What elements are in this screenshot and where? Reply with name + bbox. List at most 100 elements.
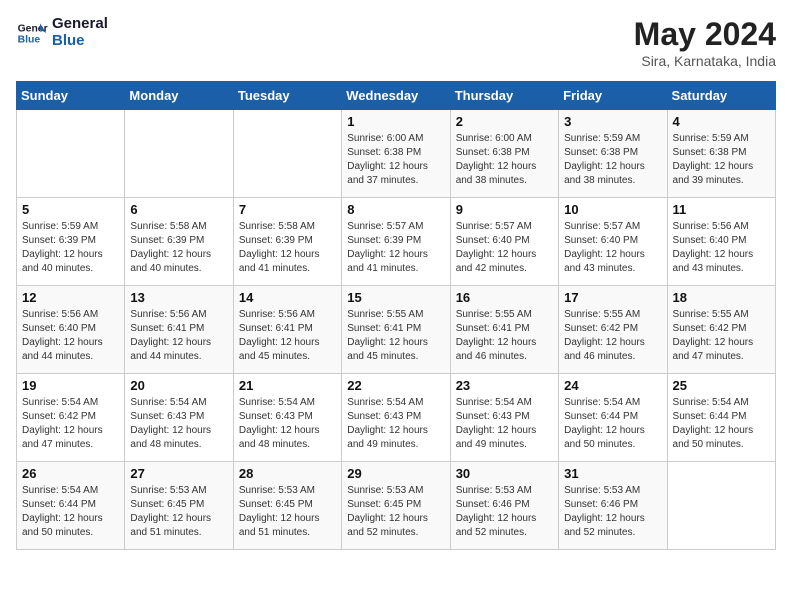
day-number: 4 xyxy=(673,114,770,129)
day-info: Sunrise: 5:58 AM Sunset: 6:39 PM Dayligh… xyxy=(130,220,227,276)
day-number: 22 xyxy=(347,378,444,393)
day-info: Sunrise: 5:56 AM Sunset: 6:40 PM Dayligh… xyxy=(673,220,770,276)
day-number: 18 xyxy=(673,290,770,305)
day-info: Sunrise: 5:59 AM Sunset: 6:38 PM Dayligh… xyxy=(673,132,770,188)
day-number: 29 xyxy=(347,466,444,481)
calendar-cell: 10 Sunrise: 5:57 AM Sunset: 6:40 PM Dayli… xyxy=(559,198,667,286)
calendar-cell: 8 Sunrise: 5:57 AM Sunset: 6:39 PM Daylig… xyxy=(342,198,450,286)
weekday-header: Sunday xyxy=(17,82,125,110)
calendar-cell: 16 Sunrise: 5:55 AM Sunset: 6:41 PM Dayli… xyxy=(450,286,558,374)
day-info: Sunrise: 5:53 AM Sunset: 6:45 PM Dayligh… xyxy=(239,484,336,540)
calendar-cell: 1 Sunrise: 6:00 AM Sunset: 6:38 PM Daylig… xyxy=(342,110,450,198)
day-number: 27 xyxy=(130,466,227,481)
day-info: Sunrise: 5:55 AM Sunset: 6:42 PM Dayligh… xyxy=(564,308,661,364)
calendar-body: 1 Sunrise: 6:00 AM Sunset: 6:38 PM Daylig… xyxy=(17,110,776,550)
page-header: General Blue General Blue May 2024 Sira,… xyxy=(16,16,776,69)
day-info: Sunrise: 5:54 AM Sunset: 6:44 PM Dayligh… xyxy=(673,396,770,452)
day-number: 13 xyxy=(130,290,227,305)
calendar-header: SundayMondayTuesdayWednesdayThursdayFrid… xyxy=(17,82,776,110)
day-info: Sunrise: 5:59 AM Sunset: 6:39 PM Dayligh… xyxy=(22,220,119,276)
day-number: 15 xyxy=(347,290,444,305)
calendar-cell: 26 Sunrise: 5:54 AM Sunset: 6:44 PM Dayli… xyxy=(17,462,125,550)
day-info: Sunrise: 5:54 AM Sunset: 6:42 PM Dayligh… xyxy=(22,396,119,452)
calendar-cell: 27 Sunrise: 5:53 AM Sunset: 6:45 PM Dayli… xyxy=(125,462,233,550)
day-info: Sunrise: 5:54 AM Sunset: 6:43 PM Dayligh… xyxy=(239,396,336,452)
day-info: Sunrise: 5:54 AM Sunset: 6:43 PM Dayligh… xyxy=(130,396,227,452)
calendar-cell: 19 Sunrise: 5:54 AM Sunset: 6:42 PM Dayli… xyxy=(17,374,125,462)
calendar-cell xyxy=(667,462,775,550)
calendar-cell: 30 Sunrise: 5:53 AM Sunset: 6:46 PM Dayli… xyxy=(450,462,558,550)
day-info: Sunrise: 5:54 AM Sunset: 6:44 PM Dayligh… xyxy=(22,484,119,540)
calendar-cell: 11 Sunrise: 5:56 AM Sunset: 6:40 PM Dayli… xyxy=(667,198,775,286)
calendar-cell: 5Sunrise: 5:59 AM Sunset: 6:39 PM Daylig… xyxy=(17,198,125,286)
calendar-cell: 6 Sunrise: 5:58 AM Sunset: 6:39 PM Daylig… xyxy=(125,198,233,286)
day-number: 3 xyxy=(564,114,661,129)
title-block: May 2024 Sira, Karnataka, India xyxy=(634,16,776,69)
weekday-header: Tuesday xyxy=(233,82,341,110)
calendar-table: SundayMondayTuesdayWednesdayThursdayFrid… xyxy=(16,81,776,550)
day-number: 26 xyxy=(22,466,119,481)
day-info: Sunrise: 5:53 AM Sunset: 6:45 PM Dayligh… xyxy=(347,484,444,540)
day-number: 11 xyxy=(673,202,770,217)
day-info: Sunrise: 5:54 AM Sunset: 6:43 PM Dayligh… xyxy=(347,396,444,452)
day-info: Sunrise: 5:59 AM Sunset: 6:38 PM Dayligh… xyxy=(564,132,661,188)
day-number: 25 xyxy=(673,378,770,393)
day-info: Sunrise: 5:55 AM Sunset: 6:41 PM Dayligh… xyxy=(456,308,553,364)
logo-icon: General Blue xyxy=(16,17,48,49)
weekday-header: Saturday xyxy=(667,82,775,110)
day-number: 7 xyxy=(239,202,336,217)
day-info: Sunrise: 5:54 AM Sunset: 6:43 PM Dayligh… xyxy=(456,396,553,452)
day-info: Sunrise: 5:53 AM Sunset: 6:46 PM Dayligh… xyxy=(456,484,553,540)
day-number: 19 xyxy=(22,378,119,393)
day-number: 10 xyxy=(564,202,661,217)
weekday-header: Wednesday xyxy=(342,82,450,110)
calendar-cell: 17 Sunrise: 5:55 AM Sunset: 6:42 PM Dayli… xyxy=(559,286,667,374)
day-number: 23 xyxy=(456,378,553,393)
day-number: 2 xyxy=(456,114,553,129)
calendar-cell: 31 Sunrise: 5:53 AM Sunset: 6:46 PM Dayli… xyxy=(559,462,667,550)
day-info: Sunrise: 6:00 AM Sunset: 6:38 PM Dayligh… xyxy=(347,132,444,188)
calendar-cell: 15 Sunrise: 5:55 AM Sunset: 6:41 PM Dayli… xyxy=(342,286,450,374)
day-info: Sunrise: 5:56 AM Sunset: 6:41 PM Dayligh… xyxy=(239,308,336,364)
day-number: 9 xyxy=(456,202,553,217)
day-number: 17 xyxy=(564,290,661,305)
calendar-cell: 28Sunrise: 5:53 AM Sunset: 6:45 PM Dayli… xyxy=(233,462,341,550)
day-number: 16 xyxy=(456,290,553,305)
day-info: Sunrise: 5:56 AM Sunset: 6:40 PM Dayligh… xyxy=(22,308,119,364)
logo-line2: Blue xyxy=(52,33,108,50)
day-info: Sunrise: 5:55 AM Sunset: 6:41 PM Dayligh… xyxy=(347,308,444,364)
calendar-cell: 9Sunrise: 5:57 AM Sunset: 6:40 PM Daylig… xyxy=(450,198,558,286)
location: Sira, Karnataka, India xyxy=(634,53,776,69)
calendar-cell xyxy=(17,110,125,198)
calendar-cell: 23 Sunrise: 5:54 AM Sunset: 6:43 PM Dayli… xyxy=(450,374,558,462)
day-number: 31 xyxy=(564,466,661,481)
weekday-header: Thursday xyxy=(450,82,558,110)
day-info: Sunrise: 5:54 AM Sunset: 6:44 PM Dayligh… xyxy=(564,396,661,452)
day-number: 1 xyxy=(347,114,444,129)
month-title: May 2024 xyxy=(634,16,776,53)
weekday-header: Friday xyxy=(559,82,667,110)
day-info: Sunrise: 5:53 AM Sunset: 6:45 PM Dayligh… xyxy=(130,484,227,540)
calendar-cell: 7Sunrise: 5:58 AM Sunset: 6:39 PM Daylig… xyxy=(233,198,341,286)
calendar-cell: 22 Sunrise: 5:54 AM Sunset: 6:43 PM Dayli… xyxy=(342,374,450,462)
calendar-cell: 13Sunrise: 5:56 AM Sunset: 6:41 PM Dayli… xyxy=(125,286,233,374)
day-info: Sunrise: 5:57 AM Sunset: 6:40 PM Dayligh… xyxy=(564,220,661,276)
calendar-cell: 3 Sunrise: 5:59 AM Sunset: 6:38 PM Daylig… xyxy=(559,110,667,198)
calendar-cell: 21 Sunrise: 5:54 AM Sunset: 6:43 PM Dayli… xyxy=(233,374,341,462)
day-info: Sunrise: 5:55 AM Sunset: 6:42 PM Dayligh… xyxy=(673,308,770,364)
day-number: 6 xyxy=(130,202,227,217)
svg-text:Blue: Blue xyxy=(18,34,41,45)
day-info: Sunrise: 5:53 AM Sunset: 6:46 PM Dayligh… xyxy=(564,484,661,540)
day-number: 24 xyxy=(564,378,661,393)
weekday-header: Monday xyxy=(125,82,233,110)
calendar-cell: 2Sunrise: 6:00 AM Sunset: 6:38 PM Daylig… xyxy=(450,110,558,198)
day-number: 8 xyxy=(347,202,444,217)
day-info: Sunrise: 5:57 AM Sunset: 6:39 PM Dayligh… xyxy=(347,220,444,276)
day-number: 14 xyxy=(239,290,336,305)
calendar-cell: 24 Sunrise: 5:54 AM Sunset: 6:44 PM Dayli… xyxy=(559,374,667,462)
day-number: 20 xyxy=(130,378,227,393)
day-number: 21 xyxy=(239,378,336,393)
calendar-cell: 14 Sunrise: 5:56 AM Sunset: 6:41 PM Dayli… xyxy=(233,286,341,374)
calendar-cell: 20 Sunrise: 5:54 AM Sunset: 6:43 PM Dayli… xyxy=(125,374,233,462)
day-number: 30 xyxy=(456,466,553,481)
